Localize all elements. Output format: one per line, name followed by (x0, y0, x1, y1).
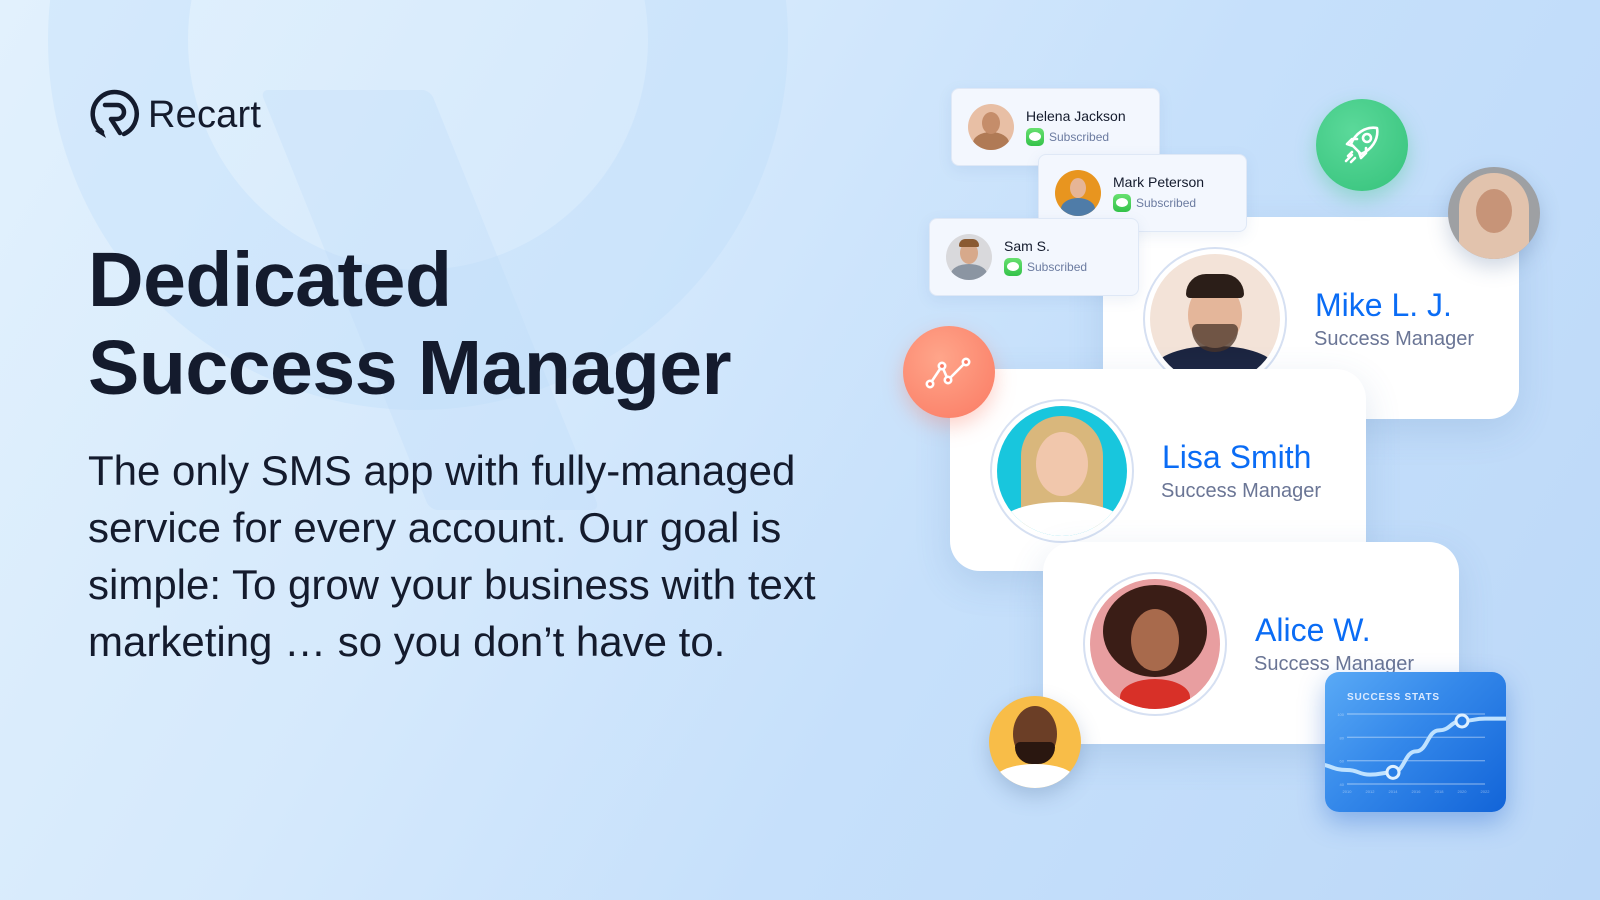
brand-logo: Recart (88, 88, 261, 142)
highlight-point (1454, 713, 1470, 729)
page-title: Dedicated Success Manager (88, 236, 732, 412)
success-stats-chart: 40 60 80 100 2010 2012 2014 2016 2018 2020 2022 (1325, 712, 1506, 794)
manager-role: Success Manager (1314, 328, 1475, 350)
avatar-bearded-man (989, 696, 1081, 788)
success-stats-card: SUCCESS STATS 40 60 80 100 2010 2012 2014 2016 2… (1325, 672, 1506, 812)
manager-name: Mike L. J. (1315, 287, 1452, 323)
manager-name: Alice W. (1255, 612, 1371, 648)
series-line (1325, 716, 1506, 777)
trend-line-icon (925, 357, 971, 389)
x-tick-label: 2016 (1412, 789, 1422, 794)
x-tick-label: 2018 (1435, 789, 1445, 794)
brand-name: Recart (148, 93, 262, 136)
subscriber-card-sam: Sam S. Subscribed (929, 218, 1139, 296)
highlight-point (1385, 764, 1401, 780)
subscriber-status: Subscribed (1113, 194, 1204, 212)
subscriber-name: Helena Jackson (1026, 108, 1126, 124)
message-bubble-icon (1113, 194, 1131, 212)
subscriber-name: Mark Peterson (1113, 174, 1205, 190)
avatar-helena (968, 104, 1014, 150)
message-bubble-icon (1004, 258, 1022, 276)
avatar-mark (1055, 170, 1101, 216)
x-tick-label: 2012 (1366, 789, 1376, 794)
y-tick-label: 100 (1337, 712, 1344, 717)
subscriber-name: Sam S. (1004, 238, 1050, 254)
title-line-2: Success Manager (88, 325, 732, 411)
rocket-badge (1316, 99, 1408, 191)
y-tick-label: 60 (1340, 759, 1345, 764)
x-tick-label: 2014 (1389, 789, 1399, 794)
y-tick-label: 40 (1340, 782, 1345, 787)
manager-name: Lisa Smith (1162, 439, 1312, 475)
manager-role: Success Manager (1161, 480, 1322, 502)
title-line-1: Dedicated (88, 237, 452, 323)
subscriber-status: Subscribed (1004, 258, 1087, 276)
x-tick-label: 2022 (1481, 789, 1491, 794)
avatar-mike (1150, 254, 1280, 384)
manager-card-lisa: Lisa Smith Success Manager (950, 369, 1366, 571)
avatar-ring (1083, 572, 1227, 716)
hero-description: The only SMS app with fully-managed serv… (88, 447, 816, 665)
message-bubble-icon (1026, 128, 1044, 146)
avatar-hijab-woman (1448, 167, 1540, 259)
subscriber-status: Subscribed (1026, 128, 1126, 146)
rocket-icon (1344, 126, 1379, 164)
avatar-alice (1090, 579, 1220, 709)
recart-r-cycle-icon (90, 89, 139, 138)
avatar-sam (946, 234, 992, 280)
y-tick-label: 80 (1340, 735, 1345, 740)
x-tick-label: 2010 (1343, 789, 1353, 794)
avatar-ring (990, 399, 1134, 543)
trend-badge (903, 326, 995, 418)
x-tick-label: 2020 (1458, 789, 1468, 794)
avatar-lisa (997, 406, 1127, 536)
